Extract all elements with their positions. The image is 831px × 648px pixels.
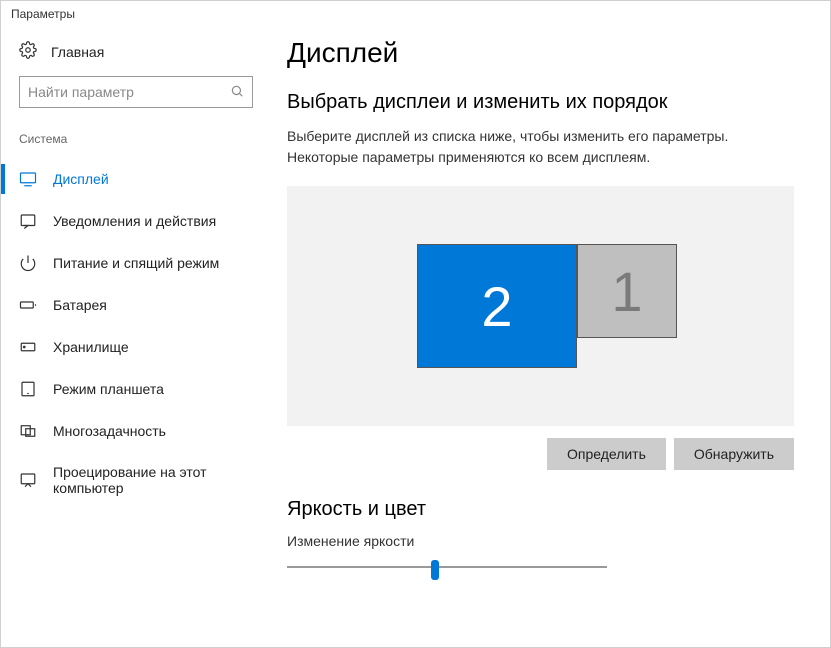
search-icon (230, 84, 244, 101)
notification-icon (19, 212, 37, 230)
display-tile-1[interactable]: 1 (577, 244, 677, 338)
power-icon (19, 254, 37, 272)
sidebar-item-label: Дисплей (53, 171, 109, 187)
sidebar-item-label: Режим планшета (53, 381, 164, 397)
sidebar-item-label: Проецирование на этот компьютер (53, 464, 253, 496)
storage-icon (19, 338, 37, 356)
battery-icon (19, 296, 37, 314)
category-label: Система (1, 132, 271, 158)
multitasking-icon (19, 422, 37, 440)
search-input[interactable] (28, 84, 222, 100)
sidebar-item-label: Питание и спящий режим (53, 255, 219, 271)
sidebar-item-battery[interactable]: Батарея (1, 284, 271, 326)
window-title: Параметры (1, 1, 830, 27)
brightness-slider[interactable] (287, 555, 607, 579)
display-arrange-panel[interactable]: 2 1 (287, 186, 794, 426)
arrange-heading: Выбрать дисплеи и изменить их порядок (287, 91, 794, 114)
sidebar-item-label: Многозадачность (53, 423, 166, 439)
display-tile-2[interactable]: 2 (417, 244, 577, 368)
sidebar-item-tablet[interactable]: Режим планшета (1, 368, 271, 410)
gear-icon (19, 41, 37, 62)
sidebar-item-storage[interactable]: Хранилище (1, 326, 271, 368)
monitor-icon (19, 170, 37, 188)
sidebar-item-multitasking[interactable]: Многозадачность (1, 410, 271, 452)
search-input-wrapper[interactable] (19, 76, 253, 108)
display-actions: Определить Обнаружить (287, 438, 794, 470)
sidebar-item-power[interactable]: Питание и спящий режим (1, 242, 271, 284)
brightness-heading: Яркость и цвет (287, 498, 794, 521)
identify-button[interactable]: Определить (547, 438, 666, 470)
home-button[interactable]: Главная (1, 35, 271, 76)
display-number: 2 (481, 274, 512, 339)
project-icon (19, 471, 37, 489)
window-body: Главная Система Дисплей (1, 27, 830, 647)
main-content: Дисплей Выбрать дисплеи и изменить их по… (271, 27, 830, 647)
sidebar-item-label: Уведомления и действия (53, 213, 216, 229)
sidebar-item-notifications[interactable]: Уведомления и действия (1, 200, 271, 242)
settings-window: Параметры Главная (0, 0, 831, 648)
tablet-icon (19, 380, 37, 398)
sidebar-item-projecting[interactable]: Проецирование на этот компьютер (1, 452, 271, 508)
arrange-description: Выберите дисплей из списка ниже, чтобы и… (287, 126, 794, 168)
sidebar-item-label: Хранилище (53, 339, 129, 355)
sidebar-item-display[interactable]: Дисплей (1, 158, 271, 200)
slider-track (287, 566, 607, 568)
slider-thumb[interactable] (431, 560, 439, 580)
home-label: Главная (51, 44, 104, 60)
sidebar: Главная Система Дисплей (1, 27, 271, 647)
page-title: Дисплей (287, 37, 794, 69)
display-number: 1 (611, 259, 642, 324)
detect-button[interactable]: Обнаружить (674, 438, 794, 470)
sidebar-item-label: Батарея (53, 297, 107, 313)
brightness-label: Изменение яркости (287, 533, 794, 549)
